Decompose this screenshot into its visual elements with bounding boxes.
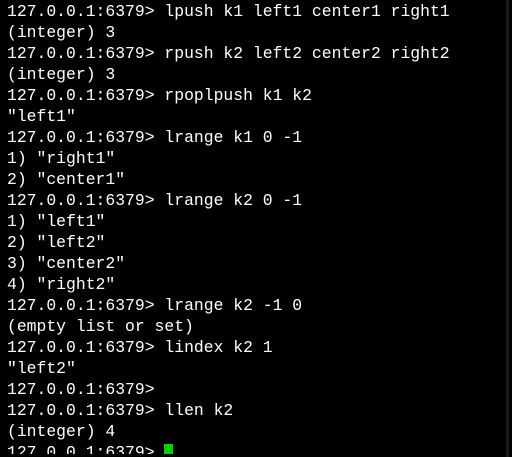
output-line: (integer) 3 [7, 64, 450, 85]
command-line: 127.0.0.1:6379> rpoplpush k1 k2 [7, 85, 450, 106]
prompt: 127.0.0.1:6379> [7, 2, 155, 21]
command-text: rpoplpush k1 k2 [164, 86, 312, 105]
command-line: 127.0.0.1:6379> [7, 379, 450, 400]
output-line: "left1" [7, 106, 450, 127]
command-line: 127.0.0.1:6379> lrange k2 -1 0 [7, 295, 450, 316]
command-line: 127.0.0.1:6379> lpush k1 left1 center1 r… [7, 1, 450, 22]
terminal-window[interactable]: 127.0.0.1:6379> lpush k1 left1 center1 r… [0, 0, 509, 457]
prompt: 127.0.0.1:6379> [7, 191, 155, 210]
output-text: "left2" [7, 359, 76, 378]
command-line: 127.0.0.1:6379> llen k2 [7, 400, 450, 421]
output-line: 1) "left1" [7, 211, 450, 232]
output-line: 2) "left2" [7, 232, 450, 253]
command-text: lrange k2 0 -1 [164, 191, 303, 210]
scrollbar[interactable] [506, 0, 509, 457]
output-text: (integer) 3 [7, 23, 116, 42]
output-text: (integer) 3 [7, 65, 116, 84]
prompt: 127.0.0.1:6379> [7, 443, 155, 454]
output-text: 2) "left2" [7, 233, 106, 252]
command-text: lrange k2 -1 0 [164, 296, 303, 315]
prompt: 127.0.0.1:6379> [7, 128, 155, 147]
output-line: 1) "right1" [7, 148, 450, 169]
output-line: (empty list or set) [7, 316, 450, 337]
terminal-output: 127.0.0.1:6379> lpush k1 left1 center1 r… [7, 1, 450, 454]
output-line: 2) "center1" [7, 169, 450, 190]
prompt: 127.0.0.1:6379> [7, 86, 155, 105]
output-text: 1) "left1" [7, 212, 106, 231]
prompt: 127.0.0.1:6379> [7, 338, 155, 357]
output-text: "left1" [7, 107, 76, 126]
output-text: (empty list or set) [7, 317, 194, 336]
command-line: 127.0.0.1:6379> lindex k2 1 [7, 337, 450, 358]
output-text: (integer) 4 [7, 422, 116, 441]
cursor-icon [164, 444, 174, 454]
command-line: 127.0.0.1:6379> lrange k1 0 -1 [7, 127, 450, 148]
output-line: 4) "right2" [7, 274, 450, 295]
prompt: 127.0.0.1:6379> [7, 296, 155, 315]
output-line: "left2" [7, 358, 450, 379]
output-line: (integer) 4 [7, 421, 450, 442]
command-text: llen k2 [164, 401, 234, 420]
output-text: 1) "right1" [7, 149, 116, 168]
command-text: lindex k2 1 [164, 338, 273, 357]
command-text: rpush k2 left2 center2 right2 [164, 44, 450, 63]
command-line: 127.0.0.1:6379> lrange k2 0 -1 [7, 190, 450, 211]
command-line: 127.0.0.1:6379> rpush k2 left2 center2 r… [7, 43, 450, 64]
output-text: 3) "center2" [7, 254, 126, 273]
prompt: 127.0.0.1:6379> [7, 401, 155, 420]
output-line: 3) "center2" [7, 253, 450, 274]
prompt: 127.0.0.1:6379> [7, 380, 155, 399]
output-text: 4) "right2" [7, 275, 116, 294]
active-prompt-line[interactable]: 127.0.0.1:6379> [7, 442, 450, 454]
command-text: lrange k1 0 -1 [164, 128, 303, 147]
command-text: lpush k1 left1 center1 right1 [164, 2, 450, 21]
output-text: 2) "center1" [7, 170, 126, 189]
prompt: 127.0.0.1:6379> [7, 44, 155, 63]
output-line: (integer) 3 [7, 22, 450, 43]
